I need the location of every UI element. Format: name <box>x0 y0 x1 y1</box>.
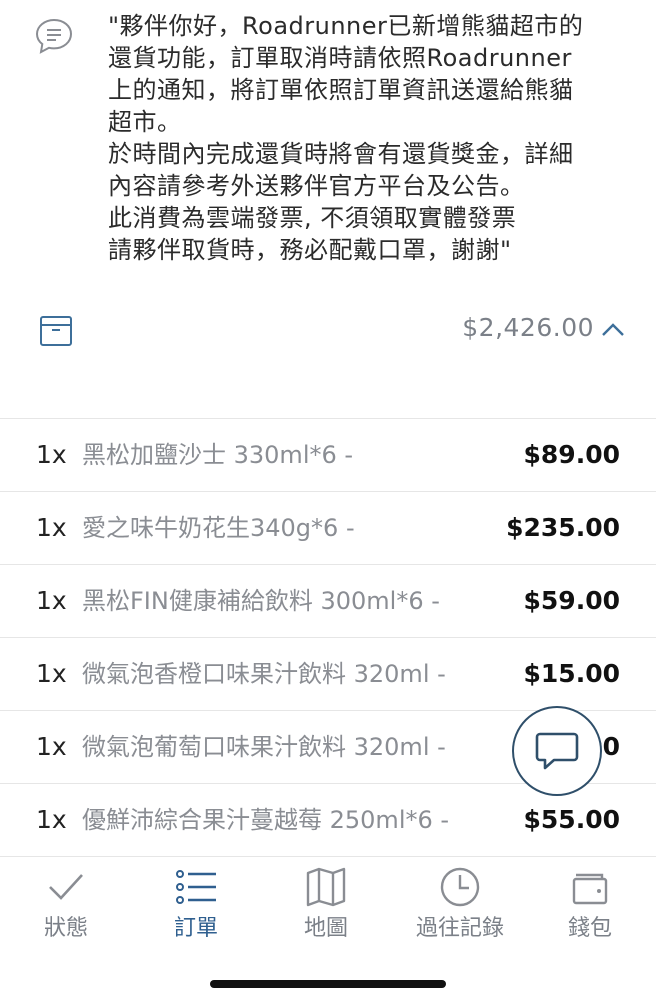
item-price: $15.00 <box>517 658 620 690</box>
item-price: $89.00 <box>517 439 620 471</box>
item-quantity: 1x <box>36 440 67 469</box>
clock-icon <box>440 867 480 907</box>
tab-label: 過往記錄 <box>415 916 504 941</box>
item-quantity: 1x <box>36 513 67 542</box>
item-quantity: 1x <box>36 732 67 761</box>
item-quantity: 1x <box>36 805 67 834</box>
wallet-icon <box>572 873 608 905</box>
chat-bubble-icon <box>35 18 73 54</box>
chat-icon <box>535 732 579 770</box>
note-line: 還貨功能，訂單取消時請依照Roadrunner <box>108 44 572 72</box>
note-line: 超市。 <box>108 108 182 136</box>
chevron-up-icon[interactable] <box>598 315 628 345</box>
tab-wallet[interactable]: 錢包 <box>530 865 650 955</box>
order-total-amount: $2,426.00 <box>462 313 594 342</box>
order-note: "夥伴你好，Roadrunner已新增熊貓超市的 還貨功能，訂單取消時請依照Ro… <box>0 0 656 290</box>
list-item: 1x 黑松加鹽沙士 330ml*6 - $89.00 <box>0 419 656 492</box>
note-line: "夥伴你好，Roadrunner已新增熊貓超市的 <box>108 12 584 40</box>
list-item: 1x 微氣泡香橙口味果汁飲料 320ml - $15.00 <box>0 638 656 711</box>
checkmark-icon <box>49 874 83 900</box>
item-quantity: 1x <box>36 586 67 615</box>
note-line: 內容請參考外送夥伴官方平台及公告。 <box>108 172 525 200</box>
list-item: 1x 愛之味牛奶花生340g*6 - $235.00 <box>0 492 656 565</box>
note-line: 於時間內完成還貨時將會有還貨獎金，詳細 <box>108 140 574 168</box>
map-icon <box>306 867 346 907</box>
tab-label: 狀態 <box>43 916 88 941</box>
item-name: 微氣泡香橙口味果汁飲料 320ml - <box>82 660 446 688</box>
note-text: "夥伴你好，Roadrunner已新增熊貓超市的 還貨功能，訂單取消時請依照Ro… <box>108 10 648 266</box>
item-price: $235.00 <box>500 512 620 544</box>
note-line: 此消費為雲端發票, 不須領取實體發票 <box>108 204 517 232</box>
item-price: $55.00 <box>517 804 620 836</box>
item-price: $59.00 <box>517 585 620 617</box>
chat-button[interactable] <box>512 706 602 796</box>
note-line: 上的通知，將訂單依照訂單資訊送還給熊貓 <box>108 76 574 104</box>
tab-orders[interactable]: 訂單 <box>136 865 256 955</box>
tab-map[interactable]: 地圖 <box>266 865 386 955</box>
item-name: 愛之味牛奶花生340g*6 - <box>82 514 355 542</box>
item-name: 優鮮沛綜合果汁蔓越莓 250ml*6 - <box>82 806 450 834</box>
tab-label: 地圖 <box>303 916 348 941</box>
item-name: 黑松FIN健康補給飲料 300ml*6 - <box>82 587 440 615</box>
package-box-icon <box>40 316 72 346</box>
home-indicator[interactable] <box>210 980 446 988</box>
item-name: 微氣泡葡萄口味果汁飲料 320ml - <box>82 733 446 761</box>
tab-status[interactable]: 狀態 <box>6 865 126 955</box>
order-total-row[interactable]: $2,426.00 <box>0 300 656 360</box>
item-name: 黑松加鹽沙士 330ml*6 - <box>82 441 354 469</box>
item-quantity: 1x <box>36 659 67 688</box>
list-icon <box>176 870 216 904</box>
tab-history[interactable]: 過往記錄 <box>400 865 520 955</box>
tab-label: 訂單 <box>173 916 218 941</box>
note-line: 請夥伴取貨時，務必配戴口罩，謝謝" <box>108 236 512 264</box>
tab-label: 錢包 <box>567 916 612 941</box>
list-item: 1x 黑松FIN健康補給飲料 300ml*6 - $59.00 <box>0 565 656 638</box>
